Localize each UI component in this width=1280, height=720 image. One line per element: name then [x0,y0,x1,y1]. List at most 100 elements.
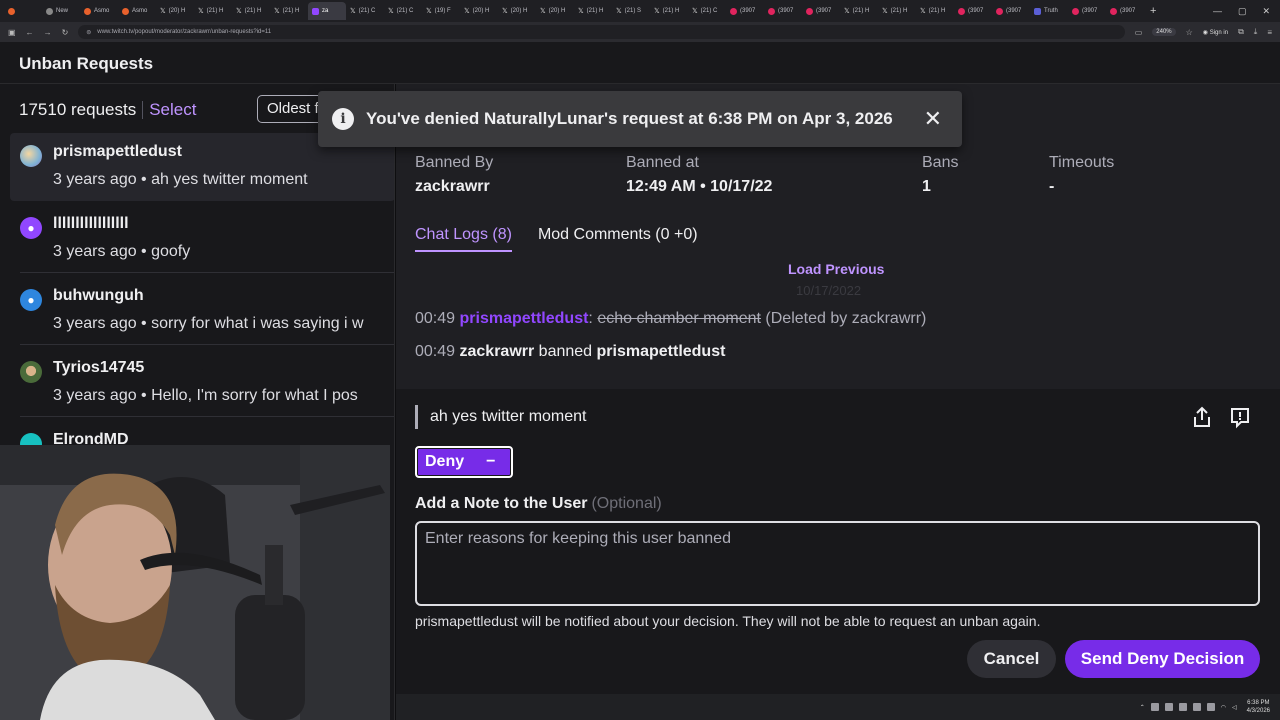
select-button[interactable]: Select [149,100,196,120]
minimize-icon[interactable]: — [1213,6,1222,17]
list-item[interactable]: ● buhwunguh 3 years ago • sorry for what… [10,277,394,345]
x-icon: 𝕏 [274,7,280,15]
send-deny-decision-button[interactable]: Send Deny Decision [1065,640,1260,678]
clock-time: 6:38 PM [1247,700,1270,706]
browser-tab[interactable]: 𝕏 (21) H [840,2,878,20]
browser-tab[interactable]: 𝕏 (21) H [650,2,688,20]
browser-tab[interactable]: 𝕏 (20) H [460,2,498,20]
browser-tab[interactable]: Asmo [118,2,156,20]
menu-icon[interactable]: ≡ [1267,28,1272,37]
tray-app-icon[interactable] [1206,703,1215,711]
browser-tab[interactable]: 𝕏 (21) C [346,2,384,20]
tray-app-icon[interactable] [1178,703,1187,711]
log-username[interactable]: prismapettledust [460,310,589,327]
log-time: 00:49 [415,310,456,327]
list-item[interactable]: ● lllllllllllllllll 3 years ago • goofy [10,205,394,273]
browser-tab-label: (20) H [168,8,186,14]
x-icon: 𝕏 [426,7,432,15]
youtube-icon [806,7,813,15]
browser-tab[interactable]: 𝕏 (21) H [232,2,270,20]
toast-notification: i You've denied NaturallyLunar's request… [318,91,962,147]
youtube-icon [768,7,775,15]
browser-tab[interactable]: Truth [1030,2,1068,20]
report-icon[interactable] [1229,405,1251,429]
browser-tab[interactable]: 𝕏 (21) C [688,2,726,20]
download-icon[interactable]: ⤓ [1254,27,1258,37]
webcam-overlay [0,445,390,720]
tab-mod-comments[interactable]: Mod Comments (0 +0) [538,226,698,252]
note-textarea[interactable] [415,521,1260,606]
list-item[interactable]: Tyrios14745 3 years ago • Hello, I'm sor… [10,349,394,417]
divider [20,416,394,417]
detail-tabs: Chat Logs (8) Mod Comments (0 +0) [415,226,698,252]
close-window-icon[interactable]: ✕ [1262,6,1270,17]
new-tab-icon[interactable]: + [1144,5,1162,17]
stat-value: zackrawrr [415,178,490,195]
forward-icon[interactable]: → [44,28,52,37]
maximize-icon[interactable]: ▢ [1238,6,1247,17]
browser-tab[interactable]: 𝕏 (19) F [422,2,460,20]
browser-tab[interactable]: New [42,2,80,20]
tray-app-icon[interactable] [1192,703,1201,711]
extensions-icon[interactable]: ⧉ [1238,27,1244,37]
url-field[interactable]: ⊜ www.twitch.tv/popout/moderator/zackraw… [78,25,1125,39]
browser-tab[interactable]: 𝕏 (21) H [916,2,954,20]
reload-icon[interactable]: ↻ [62,28,69,37]
browser-tab-label: (3907 [1120,8,1136,14]
log-actor[interactable]: zackrawrr [460,343,535,360]
zoom-badge[interactable]: 240% [1152,28,1176,36]
browser-tab[interactable]: 𝕏 (21) H [270,2,308,20]
browser-tab[interactable]: 𝕏 (21) H [878,2,916,20]
tray-app-icon[interactable] [1164,703,1173,711]
x-icon: 𝕏 [920,7,926,15]
log-colon: : [588,310,593,327]
browser-tab-label: (3907 [816,8,832,14]
browser-tab[interactable]: za [308,2,346,20]
browser-tab[interactable]: 𝕏 (21) H [194,2,232,20]
stat-banned-by: Banned By zackrawrr [415,154,493,196]
system-tray: ⌃ ◠ ◁ 6:38 PM 4/3/2026 [396,694,1280,720]
wifi-icon[interactable]: ◠ [1221,704,1226,711]
browser-tab[interactable]: 𝕏 (21) S [612,2,650,20]
browser-tab[interactable]: Asmo [80,2,118,20]
back-icon[interactable]: ← [26,28,34,37]
tray-chevron-icon[interactable]: ⌃ [1140,704,1145,711]
share-icon[interactable] [1191,405,1213,429]
sidebar-toggle-icon[interactable]: ▣ [8,28,16,37]
browser-tab[interactable]: (3907 [1068,2,1106,20]
browser-tab[interactable]: 𝕏 (21) H [574,2,612,20]
clock[interactable]: 6:38 PM 4/3/2026 [1247,699,1270,715]
tab-chat-logs[interactable]: Chat Logs (8) [415,226,512,252]
browser-tab[interactable]: 𝕏 (20) H [156,2,194,20]
x-icon: 𝕏 [692,7,698,15]
browser-tab-label: (21) C [700,8,718,14]
bookmark-star-icon[interactable]: ☆ [1186,28,1193,37]
volume-icon[interactable]: ◁ [1232,704,1237,711]
tray-app-icon[interactable] [1150,703,1159,711]
browser-tab[interactable]: (3907 [726,2,764,20]
cancel-button[interactable]: Cancel [967,640,1056,678]
browser-tab[interactable]: 𝕏 (20) H [498,2,536,20]
browser-tab[interactable]: (3907 [954,2,992,20]
browser-tab[interactable]: 𝕏 (20) H [536,2,574,20]
stat-value: - [1049,178,1055,195]
browser-tab[interactable] [4,2,42,20]
browser-tab[interactable]: (3907 [1106,2,1144,20]
log-target[interactable]: prismapettledust [597,343,726,360]
browser-tab-label: (21) H [662,8,680,14]
x-icon: 𝕏 [654,7,660,15]
sign-in-button[interactable]: ◉ Sign in [1203,29,1228,36]
url-text[interactable]: www.twitch.tv/popout/moderator/zackrawrr… [97,29,271,35]
browser-tab[interactable]: 𝕏 (21) C [384,2,422,20]
page-icon [84,7,91,15]
browser-tab[interactable]: (3907 [764,2,802,20]
close-icon[interactable]: ✕ [924,106,948,132]
browser-tab[interactable]: (3907 [992,2,1030,20]
site-info-icon[interactable]: ⊜ [86,29,91,36]
minus-icon: − [486,453,496,470]
browser-tab[interactable]: (3907 [802,2,840,20]
deny-toggle-button[interactable]: Deny − [415,446,513,478]
screenshot-icon[interactable]: ▭ [1135,28,1143,37]
request-message: ah yes twitter moment [415,405,587,429]
load-previous-button[interactable]: Load Previous [788,261,884,277]
